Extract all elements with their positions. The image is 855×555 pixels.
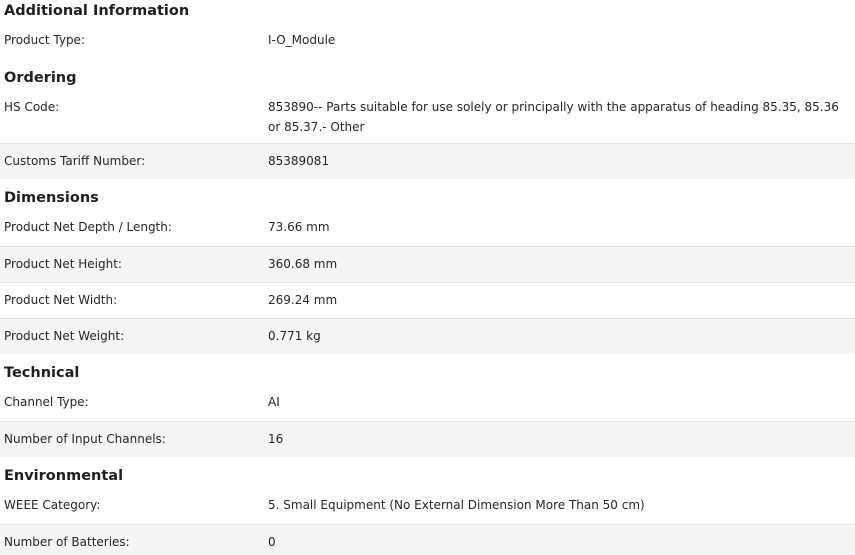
section-title-ordering: Ordering	[4, 70, 77, 86]
spec-value: 73.66 mm	[268, 220, 330, 234]
spec-value: 16	[268, 432, 284, 446]
spec-row-number-of-batteries: Number of Batteries: 0	[0, 524, 855, 555]
spec-row-net-depth: Product Net Depth / Length: 73.66 mm	[0, 209, 855, 246]
spec-label: Number of Input Channels:	[4, 432, 166, 446]
spec-row-net-weight: Product Net Weight: 0.771 kg	[0, 318, 855, 354]
section-title-technical: Technical	[4, 365, 80, 381]
section-title-environmental: Environmental	[4, 468, 124, 484]
spec-row-customs-tariff-number: Customs Tariff Number: 85389081	[0, 143, 855, 179]
spec-value: 0	[268, 535, 276, 549]
spec-row-net-height: Product Net Height: 360.68 mm	[0, 246, 855, 282]
spec-value: 0.771 kg	[268, 329, 321, 343]
section-title-additional-information: Additional Information	[4, 3, 190, 19]
spec-label: Number of Batteries:	[4, 535, 130, 549]
product-spec-sheet: Additional Information Product Type: I-O…	[0, 0, 855, 555]
spec-label: Product Net Weight:	[4, 329, 125, 343]
spec-label: Product Net Width:	[4, 293, 118, 307]
spec-row-product-type: Product Type: I-O_Module	[0, 22, 855, 58]
section-title-dimensions: Dimensions	[4, 190, 99, 206]
spec-row-channel-type: Channel Type: AI	[0, 384, 855, 421]
spec-label: Product Type:	[4, 33, 85, 47]
spec-value: 5. Small Equipment (No External Dimensio…	[268, 498, 645, 512]
spec-row-weee-category: WEEE Category: 5. Small Equipment (No Ex…	[0, 487, 855, 524]
spec-label: WEEE Category:	[4, 498, 101, 512]
spec-value: 269.24 mm	[268, 293, 338, 307]
spec-label: Customs Tariff Number:	[4, 154, 146, 168]
spec-row-hs-code: HS Code: 853890-- Parts suitable for use…	[0, 89, 855, 143]
spec-value: 360.68 mm	[268, 257, 338, 271]
spec-value: 853890-- Parts suitable for use solely o…	[268, 100, 839, 134]
spec-row-net-width: Product Net Width: 269.24 mm	[0, 282, 855, 318]
spec-value: AI	[268, 395, 280, 409]
spec-label: HS Code:	[4, 100, 60, 114]
spec-label: Product Net Depth / Length:	[4, 220, 172, 234]
spec-label: Channel Type:	[4, 395, 89, 409]
spec-row-input-channels: Number of Input Channels: 16	[0, 421, 855, 457]
spec-value: I-O_Module	[268, 33, 336, 47]
spec-value: 85389081	[268, 154, 330, 168]
spec-label: Product Net Height:	[4, 257, 122, 271]
